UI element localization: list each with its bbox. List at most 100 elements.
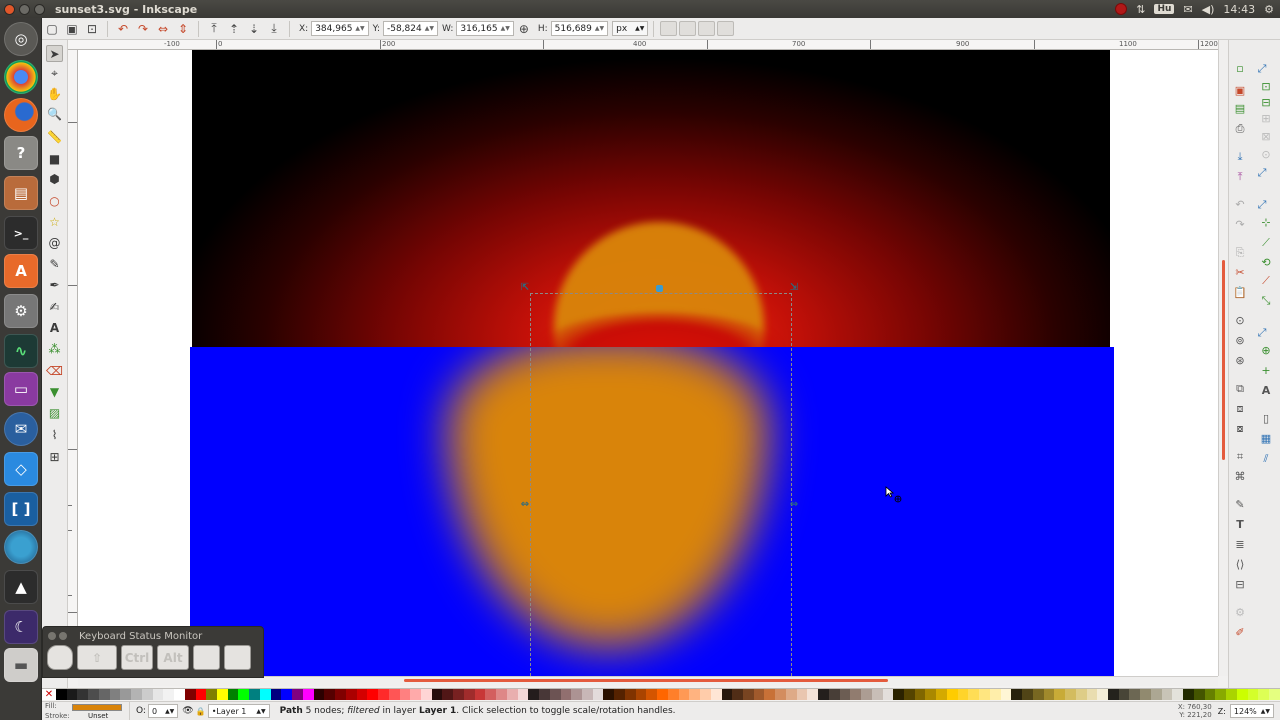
palette-swatch[interactable] bbox=[1172, 689, 1184, 700]
palette-swatch[interactable] bbox=[700, 689, 711, 700]
spiral-tool-icon[interactable]: @ bbox=[46, 234, 63, 251]
snap-text-baseline-icon[interactable]: + bbox=[1259, 364, 1273, 378]
palette-swatch[interactable] bbox=[743, 689, 754, 700]
palette-swatch[interactable] bbox=[796, 689, 808, 700]
bracket-app-icon[interactable]: [ ] bbox=[4, 492, 38, 526]
palette-swatch[interactable] bbox=[1193, 689, 1205, 700]
chrome-icon[interactable] bbox=[4, 60, 38, 94]
snap-grids-icon[interactable]: ▦ bbox=[1259, 432, 1273, 446]
palette-swatch[interactable] bbox=[56, 689, 67, 700]
palette-swatch[interactable] bbox=[968, 689, 980, 700]
duplicate-icon[interactable]: ⧉ bbox=[1233, 382, 1247, 396]
palette-swatch[interactable] bbox=[238, 689, 250, 700]
palette-swatch[interactable] bbox=[1107, 689, 1119, 700]
palette-swatch[interactable] bbox=[356, 689, 368, 700]
palette-swatch[interactable] bbox=[163, 689, 175, 700]
palette-swatch[interactable] bbox=[1011, 689, 1023, 700]
dash-home-icon[interactable]: ◎ bbox=[4, 22, 38, 56]
pencil-tool-icon[interactable]: ✎ bbox=[46, 255, 63, 272]
select-all-layers-icon[interactable]: ▣ bbox=[64, 21, 80, 37]
palette-swatch[interactable] bbox=[1075, 689, 1087, 700]
spin-arrows-icon[interactable]: ▲▼ bbox=[425, 25, 434, 32]
select-all-icon[interactable]: ▢ bbox=[44, 21, 60, 37]
clock[interactable]: 14:43 bbox=[1223, 3, 1255, 16]
text-tool-icon[interactable]: A bbox=[46, 319, 63, 336]
palette-swatch[interactable] bbox=[882, 689, 894, 700]
palette-swatch[interactable] bbox=[560, 689, 572, 700]
x-input[interactable]: 384,965 ▲▼ bbox=[311, 21, 369, 36]
snap-smooth-nodes-icon[interactable]: ⟲ bbox=[1259, 256, 1273, 270]
opacity-input[interactable]: 0 ▲▼ bbox=[147, 704, 179, 718]
calligraphy-tool-icon[interactable]: ✍ bbox=[46, 298, 63, 315]
palette-swatch[interactable] bbox=[109, 689, 121, 700]
snap-bbox-mid-icon[interactable]: ⊠ bbox=[1259, 130, 1273, 144]
eraser-tool-icon[interactable]: ⌫ bbox=[46, 362, 63, 379]
keyboard-monitor-header[interactable]: Keyboard Status Monitor bbox=[43, 627, 263, 645]
earth-icon[interactable] bbox=[4, 530, 38, 564]
palette-swatch[interactable] bbox=[936, 689, 947, 700]
palette-swatch[interactable] bbox=[635, 689, 647, 700]
palette-swatch[interactable] bbox=[603, 689, 615, 700]
group-icon[interactable]: ⌗ bbox=[1233, 450, 1247, 464]
spin-arrows-icon[interactable]: ▲▼ bbox=[355, 25, 364, 32]
palette-swatch[interactable] bbox=[732, 689, 743, 700]
palette-swatch[interactable] bbox=[1054, 689, 1066, 700]
keyboard-status-monitor[interactable]: Keyboard Status Monitor ⇧ Ctrl Alt bbox=[42, 626, 264, 678]
color-palette[interactable]: ✕ bbox=[42, 688, 1280, 700]
palette-swatch[interactable] bbox=[1022, 689, 1033, 700]
palette-swatch[interactable] bbox=[1183, 689, 1194, 700]
palette-swatch[interactable] bbox=[506, 689, 518, 700]
files-icon[interactable]: ▤ bbox=[4, 176, 38, 210]
palette-swatch[interactable] bbox=[399, 689, 411, 700]
palette-swatch[interactable] bbox=[292, 689, 303, 700]
snap-page-border-icon[interactable]: A bbox=[1259, 384, 1273, 398]
preferences-icon[interactable]: ⚙ bbox=[1233, 606, 1247, 620]
palette-swatch[interactable] bbox=[710, 689, 722, 700]
zoom-selection-icon[interactable]: ⊙ bbox=[1233, 314, 1247, 328]
raise-icon[interactable]: ⇡ bbox=[226, 21, 242, 37]
firefox-icon[interactable] bbox=[4, 98, 38, 132]
scale-handle-top-right-icon[interactable]: ⇲ bbox=[789, 283, 799, 293]
palette-swatch[interactable] bbox=[914, 689, 926, 700]
no-paint-swatch[interactable]: ✕ bbox=[42, 689, 56, 700]
paste-icon[interactable]: 📋 bbox=[1233, 286, 1247, 300]
palette-swatch[interactable] bbox=[839, 689, 851, 700]
palette-swatch[interactable] bbox=[1118, 689, 1130, 700]
palette-swatch[interactable] bbox=[979, 689, 990, 700]
vertical-scroll-thumb[interactable] bbox=[1222, 260, 1225, 460]
palette-swatch[interactable] bbox=[549, 689, 561, 700]
save-icon[interactable]: ▤ bbox=[1233, 102, 1247, 116]
software-center-icon[interactable]: A bbox=[4, 254, 38, 288]
zoom-tool-icon[interactable]: 🔍 bbox=[46, 105, 63, 122]
palette-swatch[interactable] bbox=[1032, 689, 1044, 700]
w-input[interactable]: 316,165 ▲▼ bbox=[456, 21, 514, 36]
palette-swatch[interactable] bbox=[378, 689, 389, 700]
open-icon[interactable]: ▣ bbox=[1233, 84, 1247, 98]
export-icon[interactable]: ⤒ bbox=[1233, 170, 1247, 184]
palette-swatch[interactable] bbox=[539, 689, 550, 700]
fill-stroke-indicator[interactable]: Fill: Stroke: Unset bbox=[42, 701, 130, 720]
print-icon[interactable]: ⎙ bbox=[1233, 122, 1247, 136]
monitor-minimize-icon[interactable] bbox=[59, 632, 67, 640]
palette-swatch[interactable] bbox=[592, 689, 604, 700]
palette-swatch[interactable] bbox=[420, 689, 432, 700]
copy-icon[interactable]: ⎘ bbox=[1233, 246, 1247, 260]
palette-swatch[interactable] bbox=[1000, 689, 1012, 700]
undo-icon[interactable]: ↶ bbox=[1233, 198, 1247, 212]
drive-icon[interactable]: ▬ bbox=[4, 648, 38, 682]
selection-bounding-box[interactable] bbox=[530, 293, 792, 676]
palette-swatch[interactable] bbox=[646, 689, 658, 700]
paint-bucket-tool-icon[interactable]: ▼ bbox=[46, 383, 63, 400]
palette-swatch[interactable] bbox=[367, 689, 379, 700]
snap-page-icon[interactable]: ▯ bbox=[1259, 412, 1273, 426]
record-indicator-icon[interactable] bbox=[1115, 3, 1128, 15]
palette-swatch[interactable] bbox=[345, 689, 357, 700]
layer-visibility-icon[interactable]: 👁 bbox=[182, 706, 193, 716]
volume-icon[interactable]: ◀) bbox=[1202, 3, 1215, 16]
flip-vertical-icon[interactable]: ⇕ bbox=[175, 21, 191, 37]
palette-swatch[interactable] bbox=[227, 689, 239, 700]
palette-swatch[interactable] bbox=[1258, 689, 1269, 700]
palette-swatch[interactable] bbox=[1247, 689, 1259, 700]
palette-swatch[interactable] bbox=[528, 689, 540, 700]
monitor-close-icon[interactable] bbox=[48, 632, 56, 640]
